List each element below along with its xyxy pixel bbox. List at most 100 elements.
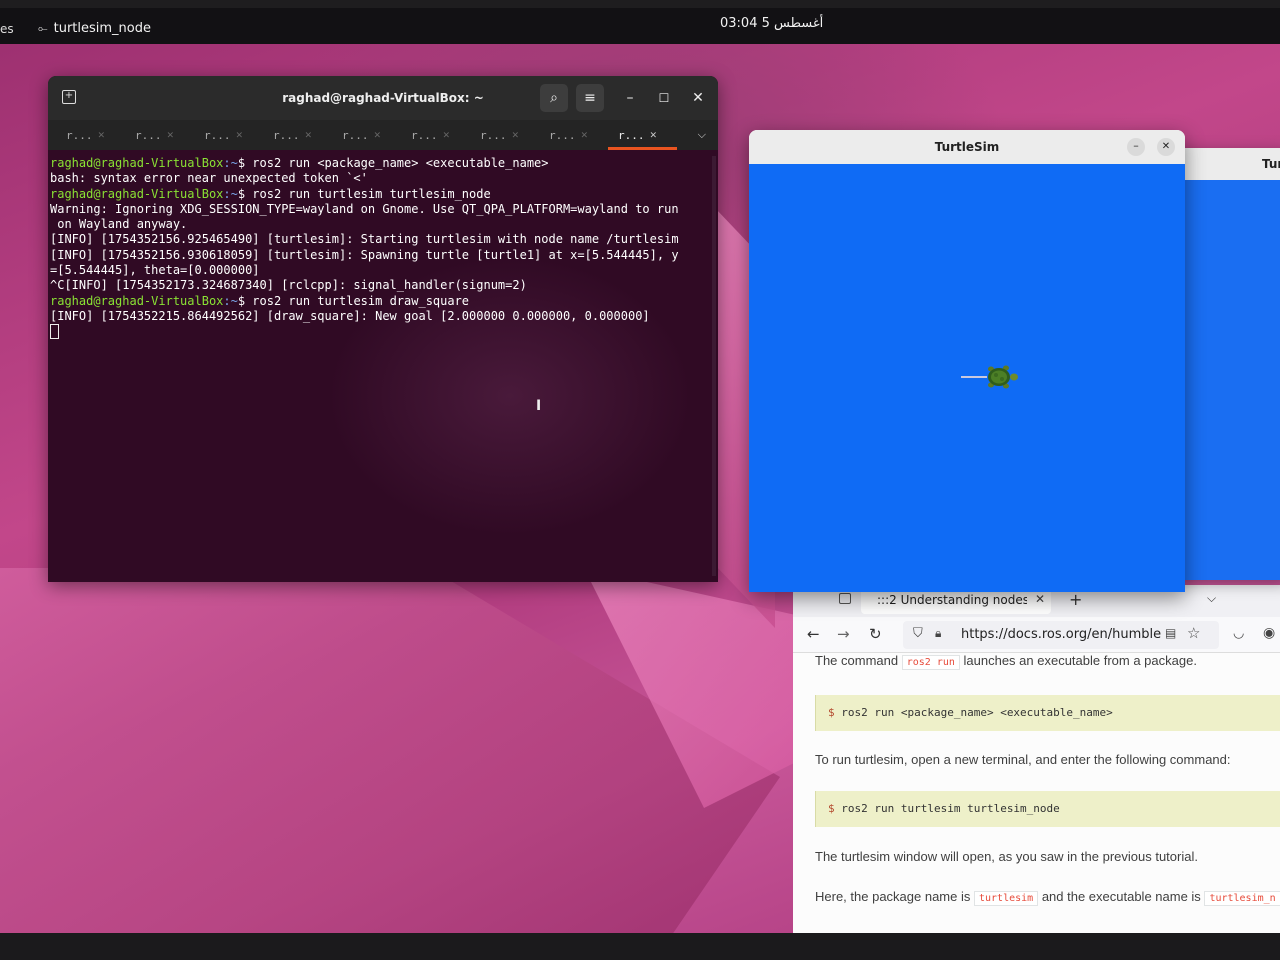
terminal-header[interactable]: + raghad@raghad-VirtualBox: ~ ⌕ ≡ – ☐ ✕ (48, 76, 718, 120)
browser-window[interactable]: :::2 Understanding nodes — ✕ + ⌵ ← → ↻ ⛉… (793, 585, 1280, 945)
terminal-output[interactable]: raghad@raghad-VirtualBox:~$ ros2 run <pa… (50, 156, 716, 576)
previous-tutorial-link[interactable]: previous tutorial (1103, 849, 1195, 864)
terminal-tab-active[interactable]: r... ✕ (608, 120, 677, 150)
tab-close-icon[interactable]: ✕ (581, 128, 588, 141)
terminal-line: [INFO] [1754352215.864492562] [draw_squa… (50, 308, 650, 323)
terminal-tabs: r... ✕ r... ✕ r... ✕ r... ✕ r... ✕ r... ✕ r...… (48, 120, 718, 150)
close-icon[interactable]: ✕ (1157, 138, 1175, 156)
turtlesim-2-header[interactable]: Tur (1178, 148, 1280, 180)
tab-label: r... (273, 129, 300, 142)
terminal-cursor (50, 324, 59, 340)
terminal-tab[interactable]: r... ✕ (539, 120, 608, 150)
new-tab-icon[interactable]: + (1069, 590, 1082, 609)
code-block[interactable]: $ ros2 run <package_name> <executable_na… (815, 695, 1280, 731)
terminal-window[interactable]: + raghad@raghad-VirtualBox: ~ ⌕ ≡ – ☐ ✕ … (48, 76, 718, 582)
code-text: ros2 run turtlesim turtlesim_node (841, 802, 1060, 815)
turtlesim-header[interactable]: TurtleSim – ✕ (749, 130, 1185, 164)
terminal-tab[interactable]: r... ✕ (56, 120, 125, 150)
terminal-line: =[5.544445], theta=[0.000000] (50, 263, 260, 278)
terminal-tab[interactable]: r... ✕ (470, 120, 539, 150)
prompt-path: :~ (223, 186, 238, 201)
terminal-tab[interactable]: r... ✕ (194, 120, 263, 150)
tab-close-icon[interactable]: ✕ (650, 128, 657, 141)
tab-close-icon[interactable]: ✕ (236, 128, 243, 141)
tab-close-icon[interactable]: ✕ (512, 128, 519, 141)
app-name: turtlesim_node (53, 21, 151, 36)
terminal-cursor-line (50, 324, 716, 340)
pocket-icon[interactable]: ◡ (1233, 626, 1244, 641)
tab-close-icon[interactable]: ✕ (98, 128, 105, 141)
code-line: $ ros2 run turtlesim turtlesim_node (828, 802, 1060, 815)
turtlesim-2-title: Tur (1262, 157, 1280, 171)
tab-close-icon[interactable]: ✕ (374, 128, 381, 141)
account-icon[interactable]: ◉ (1263, 625, 1275, 641)
tab-list-icon[interactable] (839, 593, 851, 604)
terminal-line: on Wayland anyway. (50, 217, 188, 232)
prompt-suffix: $ (237, 293, 253, 308)
clock[interactable]: 03:04 5 أغسطس (720, 16, 823, 31)
paragraph-text: Here, the package name is (815, 889, 971, 904)
turtlesim-window-2[interactable]: Tur (1178, 148, 1280, 580)
forward-arrow-icon[interactable]: → (837, 625, 850, 643)
code-prompt: $ (828, 706, 835, 719)
activities-button[interactable]: es (0, 22, 14, 36)
text-cursor-icon: I (536, 398, 542, 414)
page-content: The command ros2 run launches an executa… (793, 653, 1280, 945)
url-text[interactable]: https://docs.ros.org/en/humble/ (961, 627, 1161, 642)
terminal-tab[interactable]: r... ✕ (332, 120, 401, 150)
tab-close-icon[interactable]: ✕ (305, 128, 312, 141)
terminal-tab[interactable]: r... ✕ (125, 120, 194, 150)
terminal-line: [INFO] [1754352156.925465490] [turtlesim… (50, 232, 679, 247)
prompt-path: :~ (223, 156, 238, 170)
tab-label: r... (618, 129, 645, 142)
bookmark-star-icon[interactable]: ☆ (1187, 624, 1200, 642)
tab-close-icon[interactable]: ✕ (443, 128, 450, 141)
hamburger-menu-icon[interactable]: ≡ (576, 84, 604, 112)
turtlesim-window[interactable]: TurtleSim – ✕ (749, 130, 1185, 592)
tab-label: r... (411, 129, 438, 142)
prompt-suffix: $ (237, 186, 253, 201)
terminal-line: ^C[INFO] [1754352173.324687340] [rclcpp]… (50, 278, 527, 293)
paragraph: The command ros2 run launches an executa… (815, 653, 1197, 670)
lock-icon[interactable]: 🔒︎ (935, 626, 941, 641)
inline-code: turtlesim (974, 891, 1039, 906)
minimize-icon[interactable]: – (616, 84, 644, 112)
app-menu[interactable]: ⟜ turtlesim_node (38, 21, 151, 36)
inline-code: turtlesim_n (1204, 891, 1280, 906)
close-icon[interactable]: ✕ (684, 84, 712, 112)
prompt-suffix: $ (237, 156, 253, 170)
paragraph-text: launches an executable from a package. (963, 653, 1197, 668)
prompt-user: raghad@raghad-VirtualBox (50, 156, 224, 170)
code-text: ros2 run <package_name> <executable_name… (841, 706, 1113, 719)
code-line: $ ros2 run <package_name> <executable_na… (828, 706, 1113, 719)
turtle-icon (988, 365, 1018, 389)
paragraph: To run turtlesim, open a new terminal, a… (815, 752, 1231, 767)
reload-icon[interactable]: ↻ (869, 625, 882, 643)
back-arrow-icon[interactable]: ← (807, 625, 820, 643)
url-bar[interactable]: ⛉ 🔒︎ https://docs.ros.org/en/humble/ ▤ ☆ (903, 621, 1219, 649)
shield-icon[interactable]: ⛉ (913, 626, 923, 641)
turtlesim-canvas (749, 164, 1185, 592)
chevron-down-icon[interactable]: ⌵ (698, 128, 706, 142)
terminal-tab[interactable]: r... ✕ (263, 120, 332, 150)
code-block[interactable]: $ ros2 run turtlesim turtlesim_node (815, 791, 1280, 827)
paragraph-text: The command (815, 653, 899, 668)
prompt-user: raghad@raghad-VirtualBox (50, 186, 224, 201)
command-text: ros2 run turtlesim turtlesim_node (252, 186, 491, 201)
browser-nav-bar: ← → ↻ ⛉ 🔒︎ https://docs.ros.org/en/humbl… (793, 617, 1280, 653)
tab-label: r... (204, 129, 231, 142)
close-tab-icon[interactable]: ✕ (1035, 592, 1045, 606)
terminal-line: raghad@raghad-VirtualBox:~$ ros2 run tur… (50, 187, 716, 202)
prompt-user: raghad@raghad-VirtualBox (50, 293, 224, 308)
tab-label: r... (549, 129, 576, 142)
terminal-tab[interactable]: r... ✕ (401, 120, 470, 150)
minimize-icon[interactable]: – (1127, 138, 1145, 156)
command-text: ros2 run turtlesim draw_square (252, 293, 470, 308)
reader-view-icon[interactable]: ▤ (1165, 626, 1176, 640)
terminal-line: bash: syntax error near unexpected token… (50, 171, 368, 186)
code-prompt: $ (828, 802, 835, 815)
tab-close-icon[interactable]: ✕ (167, 128, 174, 141)
search-icon[interactable]: ⌕ (540, 84, 568, 112)
maximize-icon[interactable]: ☐ (650, 84, 678, 112)
chevron-down-icon[interactable]: ⌵ (1207, 591, 1216, 606)
